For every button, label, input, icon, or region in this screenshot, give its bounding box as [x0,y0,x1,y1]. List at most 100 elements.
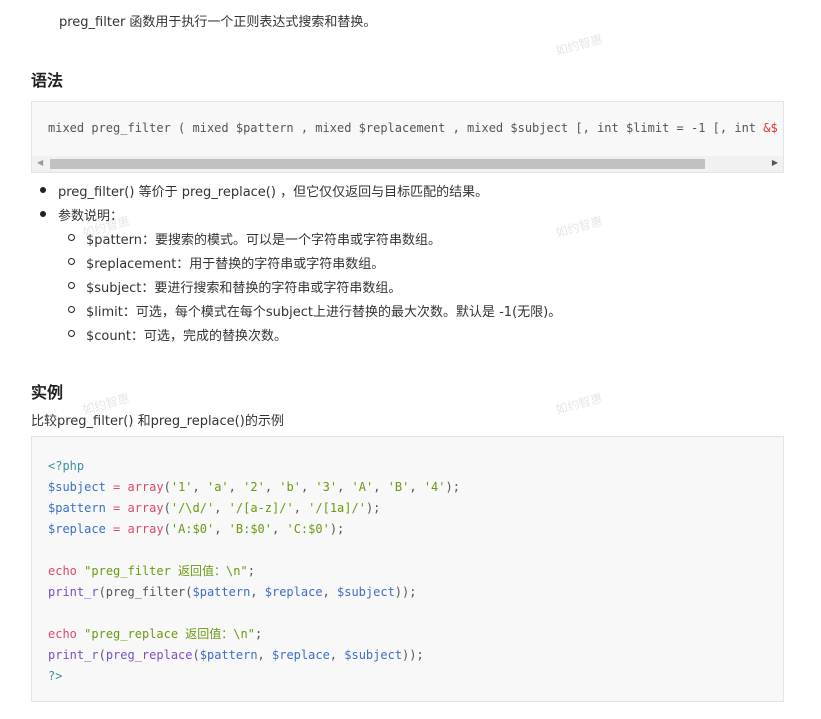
code-token: array [127,501,164,515]
code-token: ); [445,480,460,494]
example-description: 比较preg_filter() 和preg_replace()的示例 [31,414,284,429]
param-item: $count：可选，完成的替换次数。 [68,325,287,344]
param-item: $pattern：要搜索的模式。可以是一个字符串或字符串数组。 [68,229,441,248]
code-token: $replace [264,585,323,599]
code-token: '/\d/' [170,501,215,515]
syntax-code-block: mixed preg_filter ( mixed $pattern , mix… [31,101,784,173]
code-token: preg_replace [105,648,193,662]
code-token: , [409,480,424,494]
code-token: 'A' [351,480,374,494]
code-token: "preg_replace 返回值：\n" [84,627,255,641]
code-token: 'B:$0' [228,522,273,536]
code-token: ( [163,480,171,494]
code-token: ?> [48,669,63,683]
code-token: ( [98,648,106,662]
code-token: <?php [48,459,85,473]
bullet-text: preg_filter() 等价于 preg_replace() ，但它仅仅返回… [58,185,489,200]
code-token: (preg_filter( [98,585,193,599]
code-line: print_r(preg_replace($pattern, $replace,… [48,645,460,666]
scroll-right-icon[interactable]: ▶ [772,158,778,167]
code-line: $pattern = array('/\d/', '/[a-z]/', '/[1… [48,498,460,519]
param-text: $subject：要进行搜索和替换的字符串或字符串数组。 [86,281,402,296]
code-token: '1' [170,480,193,494]
code-line: echo "preg_replace 返回值：\n"; [48,624,460,645]
code-token: )); [394,585,417,599]
code-line: echo "preg_filter 返回值：\n"; [48,561,460,582]
code-token: 'B' [387,480,410,494]
code-token: = [105,480,128,494]
code-token: , [228,480,244,494]
intro-text: preg_filter 函数用于执行一个正则表达式搜索和替换。 [59,15,377,30]
code-token: , [257,648,272,662]
watermark: 如约智惠 [554,32,605,58]
code-token: $replace [48,522,106,536]
code-token: '/[a-z]/' [228,501,294,515]
code-token: $replace [272,648,330,662]
syntax-code: mixed preg_filter ( mixed $pattern , mix… [48,121,778,135]
code-line: print_r(preg_filter($pattern, $replace, … [48,582,460,603]
code-token: ( [163,522,171,536]
syntax-code-text: mixed preg_filter ( mixed $pattern , mix… [48,121,764,135]
param-text: $replacement：用于替换的字符串或字符串数组。 [86,257,385,272]
code-token: $subject [337,585,395,599]
code-token: $subject [48,480,106,494]
code-token: 'A:$0' [170,522,215,536]
code-token: ; [254,627,263,641]
code-token: ); [329,522,345,536]
syntax-heading: 语法 [31,71,64,90]
example-code-block: <?php $subject = array('1', 'a', '2', 'b'… [31,436,784,702]
code-token: echo [48,564,77,578]
code-token: '2' [243,480,265,494]
code-token: $pattern [48,501,106,515]
code-token: $pattern [199,648,258,662]
code-token: '3' [315,480,338,494]
param-item: $limit：可选，每个模式在每个subject上进行替换的最大次数。默认是 -… [68,301,561,320]
code-token: , [192,480,207,494]
code-token: , [214,501,229,515]
watermark: 如约智惠 [554,214,605,240]
code-token: $subject [344,648,403,662]
code-token: , [329,648,345,662]
example-code: <?php $subject = array('1', 'a', '2', 'b'… [48,456,460,687]
code-token: 'C:$0' [286,522,330,536]
bullet-item: 参数说明： [40,205,123,224]
code-token: $pattern [192,585,251,599]
code-token: , [322,585,337,599]
code-line: $subject = array('1', 'a', '2', 'b', '3'… [48,477,460,498]
bullet-item: preg_filter() 等价于 preg_replace() ，但它仅仅返回… [40,181,488,200]
code-token: print_r [48,648,99,662]
code-token: , [214,522,229,536]
scrollbar-thumb[interactable] [50,159,705,169]
syntax-code-ref: &$ [763,121,778,135]
param-text: $limit：可选，每个模式在每个subject上进行替换的最大次数。默认是 -… [86,305,562,320]
scroll-left-icon[interactable]: ◀ [37,158,43,167]
code-line: ?> [48,666,460,687]
code-token: array [127,522,164,536]
code-token: echo [48,627,77,641]
code-token: "preg_filter 返回值：\n" [84,564,248,578]
code-token: , [264,480,280,494]
horizontal-scrollbar[interactable]: ◀ ▶ [32,156,783,172]
param-item: $replacement：用于替换的字符串或字符串数组。 [68,253,384,272]
code-token: , [250,585,265,599]
code-token: , [293,501,309,515]
code-token: 'b' [279,480,301,494]
param-text: $count：可选，完成的替换次数。 [86,329,287,344]
code-token: , [337,480,352,494]
code-token: ( [192,648,200,662]
code-line: $replace = array('A:$0', 'B:$0', 'C:$0')… [48,519,460,540]
param-item: $subject：要进行搜索和替换的字符串或字符串数组。 [68,277,401,296]
code-token: ( [163,501,171,515]
param-text: $pattern：要搜索的模式。可以是一个字符串或字符串数组。 [86,233,442,248]
code-token: = [105,501,128,515]
code-token: '/[1a]/' [308,501,366,515]
bullet-text: 参数说明： [58,209,124,224]
code-token: , [272,522,287,536]
code-token: )); [402,648,424,662]
code-token: 'a' [206,480,229,494]
code-token: ); [365,501,381,515]
example-heading: 实例 [31,383,64,402]
code-token: ; [247,564,255,578]
